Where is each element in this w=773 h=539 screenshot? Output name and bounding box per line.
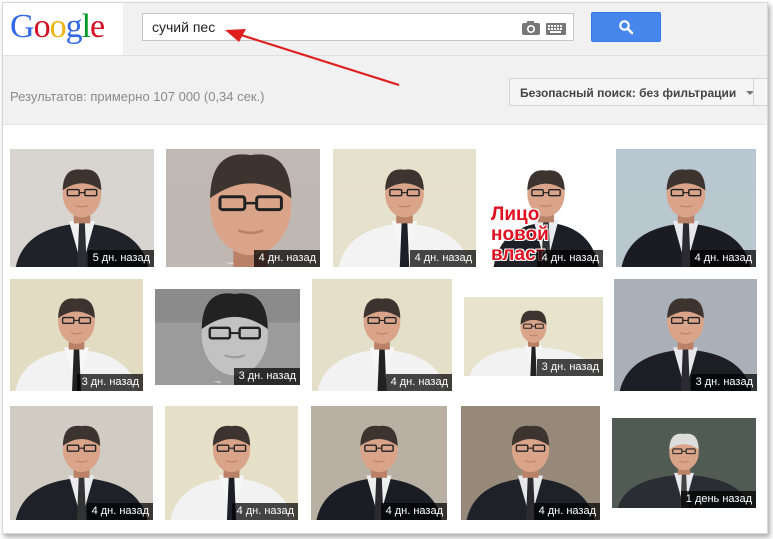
image-result[interactable]: 4 дн. назад bbox=[333, 149, 476, 267]
results-toolbar: Результатов: примерно 107 000 (0,34 сек.… bbox=[3, 56, 767, 125]
image-result[interactable]: 4 дн. назад bbox=[616, 149, 756, 267]
magnifier-icon bbox=[619, 20, 634, 35]
logo-letter: o bbox=[49, 8, 67, 45]
image-result[interactable]: 3 дн. назад bbox=[614, 279, 757, 391]
safe-search-label: Безопасный поиск: без фильтрации bbox=[520, 86, 737, 100]
image-result[interactable]: Лицо новой власт 4 дн. назад bbox=[489, 149, 603, 267]
image-timestamp: 4 дн. назад bbox=[409, 250, 476, 267]
image-result[interactable]: 1 день назад bbox=[612, 418, 756, 508]
search-box bbox=[142, 13, 574, 41]
image-timestamp: 4 дн. назад bbox=[86, 503, 153, 520]
image-result[interactable]: 4 дн. назад bbox=[312, 279, 452, 391]
safe-search-dropdown[interactable]: Безопасный поиск: без фильтрации bbox=[509, 78, 764, 106]
image-result[interactable]: 4 дн. назад bbox=[10, 406, 153, 520]
image-timestamp: 4 дн. назад bbox=[536, 250, 603, 267]
result-stats: Результатов: примерно 107 000 (0,34 сек.… bbox=[10, 89, 265, 104]
header: Google bbox=[3, 3, 767, 56]
logo-letter: g bbox=[65, 8, 83, 45]
image-timestamp: 3 дн. назад bbox=[233, 368, 300, 385]
image-result[interactable]: 3 дн. назад bbox=[155, 289, 300, 385]
search-button[interactable] bbox=[591, 12, 661, 42]
search-input[interactable] bbox=[143, 14, 512, 40]
logo-letter: l bbox=[81, 8, 92, 45]
image-timestamp: 1 день назад bbox=[680, 491, 756, 508]
image-result[interactable]: 4 дн. назад bbox=[311, 406, 447, 520]
image-result[interactable]: 3 дн. назад bbox=[10, 279, 143, 391]
image-timestamp: 3 дн. назад bbox=[76, 374, 143, 391]
image-timestamp: 4 дн. назад bbox=[533, 503, 600, 520]
logo-letter: o bbox=[33, 8, 51, 45]
settings-button-partial[interactable] bbox=[753, 78, 767, 106]
image-timestamp: 3 дн. назад bbox=[536, 359, 603, 376]
image-timestamp: 4 дн. назад bbox=[385, 374, 452, 391]
image-result[interactable]: 4 дн. назад bbox=[166, 149, 320, 267]
keyboard-icon[interactable] bbox=[546, 22, 566, 40]
browser-frame: Google сучий пес Результатов: примерно 1… bbox=[2, 2, 768, 534]
image-timestamp: 4 дн. назад bbox=[231, 503, 298, 520]
google-logo[interactable]: Google bbox=[10, 7, 105, 47]
image-result[interactable]: 4 дн. назад bbox=[165, 406, 298, 520]
image-timestamp: 4 дн. назад bbox=[380, 503, 447, 520]
image-timestamp: 4 дн. назад bbox=[689, 250, 756, 267]
camera-icon[interactable] bbox=[521, 20, 541, 41]
image-timestamp: 4 дн. назад bbox=[253, 250, 320, 267]
image-timestamp: 3 дн. назад bbox=[690, 374, 757, 391]
logo-letter: G bbox=[10, 8, 35, 45]
logo-letter: e bbox=[90, 8, 105, 45]
image-result[interactable]: 3 дн. назад bbox=[464, 297, 603, 376]
image-result[interactable]: 5 дн. назад bbox=[10, 149, 154, 267]
image-result[interactable]: 4 дн. назад bbox=[461, 406, 600, 520]
image-timestamp: 5 дн. назад bbox=[87, 250, 154, 267]
logo-area: Google bbox=[3, 3, 123, 55]
